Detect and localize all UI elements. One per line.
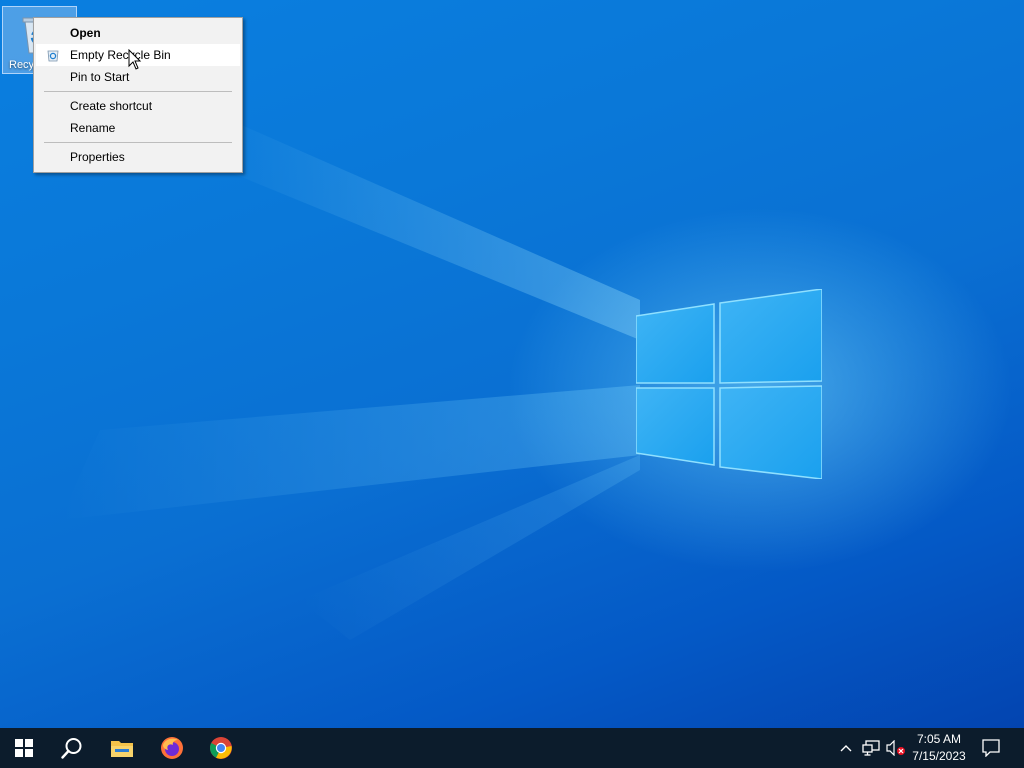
- network-button[interactable]: [860, 728, 882, 768]
- volume-muted-icon: [886, 740, 905, 756]
- clock-time: 7:05 AM: [916, 732, 962, 746]
- folder-icon: [111, 741, 133, 757]
- start-button[interactable]: [0, 728, 48, 768]
- clock-date: 7/15/2023: [912, 749, 966, 763]
- taskbar-firefox[interactable]: [148, 728, 196, 768]
- show-hidden-icons-button[interactable]: [836, 728, 856, 768]
- taskbar-file-explorer[interactable]: [98, 728, 146, 768]
- network-icon: [862, 740, 880, 756]
- menu-item-create-shortcut[interactable]: Create shortcut: [36, 95, 240, 117]
- menu-item-empty-recycle-bin-label: Empty Recycle Bin: [70, 48, 171, 62]
- taskbar-clock[interactable]: 7:05 AM 7/15/2023: [904, 731, 974, 765]
- menu-separator: [44, 142, 232, 143]
- taskbar: 7:05 AM 7/15/2023: [0, 728, 1024, 768]
- windows-start-icon: [15, 739, 33, 757]
- wallpaper-windows-logo: [636, 289, 822, 479]
- menu-item-properties-label: Properties: [70, 150, 125, 164]
- menu-item-properties[interactable]: Properties: [36, 146, 240, 168]
- chrome-icon: [210, 737, 232, 759]
- context-menu: Open Empty Recycle Bin Pin to Start Crea…: [33, 17, 243, 173]
- chevron-up-icon: [840, 745, 852, 752]
- notification-icon: [982, 739, 1000, 757]
- mouse-cursor-icon: [128, 49, 142, 70]
- menu-item-open-label: Open: [70, 26, 101, 40]
- menu-item-open[interactable]: Open: [36, 22, 240, 44]
- taskbar-chrome[interactable]: [197, 728, 245, 768]
- firefox-icon: [161, 737, 183, 759]
- menu-item-rename-label: Rename: [70, 121, 116, 135]
- search-button[interactable]: [48, 728, 96, 768]
- action-center-button[interactable]: [976, 728, 1006, 768]
- search-icon: [61, 738, 82, 759]
- menu-item-rename[interactable]: Rename: [36, 117, 240, 139]
- menu-item-create-shortcut-label: Create shortcut: [70, 99, 153, 113]
- menu-separator: [44, 91, 232, 92]
- menu-item-pin-to-start-label: Pin to Start: [70, 70, 130, 84]
- recycle-bin-icon: [47, 50, 59, 62]
